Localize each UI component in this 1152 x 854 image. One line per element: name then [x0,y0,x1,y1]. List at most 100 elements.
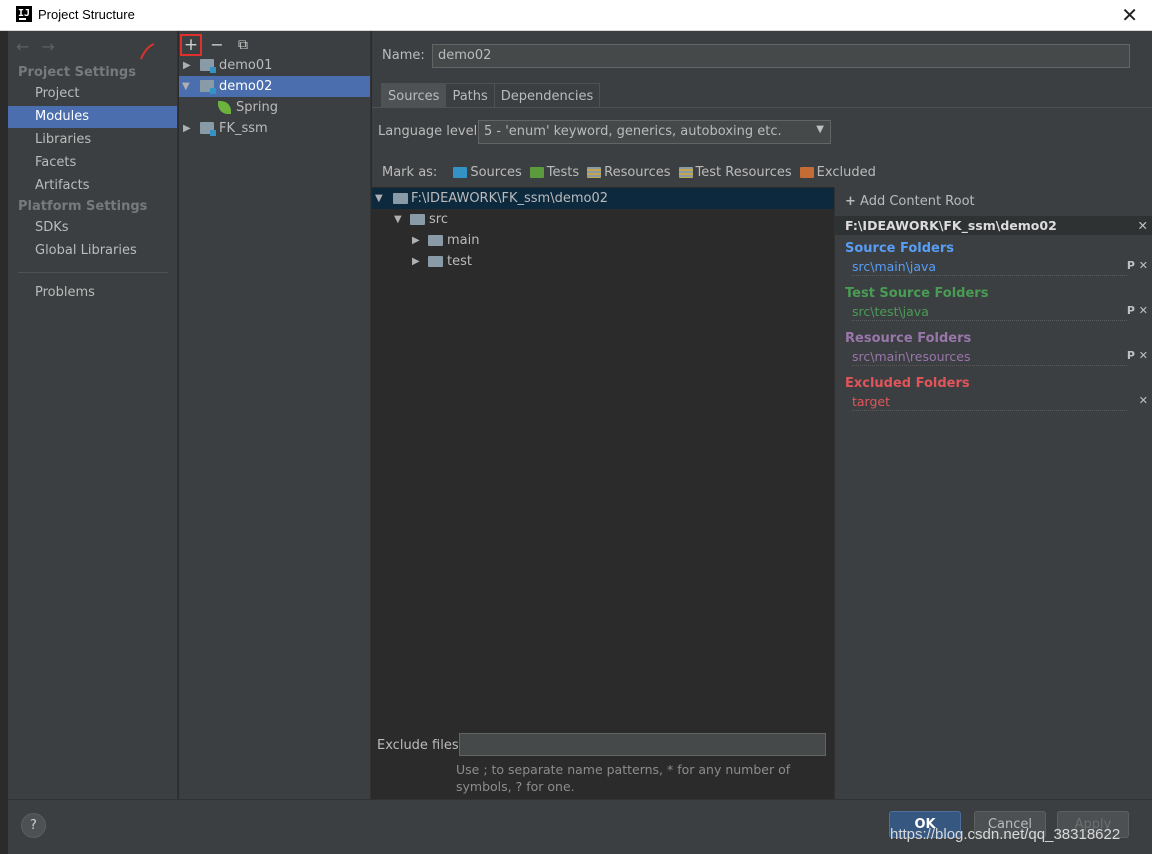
expand-arrow-icon[interactable]: ▶ [183,55,191,76]
expand-arrow-icon[interactable]: ▶ [183,118,191,139]
test-resources-folder-icon [678,167,693,178]
collapse-arrow-icon[interactable]: ▼ [394,209,402,230]
sidebar-item-global-libraries[interactable]: Global Libraries [8,240,177,262]
resource-folder-actions: P ✕ [1127,349,1148,362]
mark-sources-label: Sources [470,165,522,180]
expand-arrow-icon[interactable]: ▶ [412,230,420,251]
module-label: demo02 [219,79,273,94]
content-root-header: F:\IDEAWORK\FK_ssm\demo02 ✕ [835,216,1152,235]
remove-folder-icon[interactable]: ✕ [1139,259,1148,272]
sidebar-item-project[interactable]: Project [8,83,177,105]
dropdown-arrow-icon: ▼ [816,124,824,135]
expand-arrow-icon[interactable]: ▶ [412,251,420,272]
mark-as-label: Mark as: [382,165,438,180]
spring-leaf-icon [218,101,231,114]
settings-sidebar: ←→ Project Settings Project Modules Libr… [8,31,178,799]
exclude-files-input[interactable] [459,733,826,756]
exclude-files-hint: Use ; to separate name patterns, * for a… [456,762,791,794]
properties-icon[interactable]: P [1127,304,1135,317]
mark-resources-button[interactable]: Resources [587,165,671,180]
folder-icon [393,193,408,204]
module-name-input[interactable]: demo02 [432,44,1130,68]
source-folder-path: src\main\java [852,259,1127,276]
folder-icon [428,256,443,267]
excluded-folders-title: Excluded Folders [845,376,970,391]
module-tabs: Sources Paths Dependencies [381,83,601,108]
properties-icon[interactable]: P [1127,259,1135,272]
red-annotation-stroke [140,43,155,60]
sidebar-item-artifacts[interactable]: Artifacts [8,175,177,197]
folder-icon [428,235,443,246]
folder-label: src [429,212,448,227]
name-label: Name: [382,48,425,63]
module-row-demo02[interactable]: ▼ demo02 [179,76,370,97]
add-content-root-button[interactable]: + Add Content Root [845,194,975,209]
excluded-folder-icon [799,167,814,178]
source-folders-title: Source Folders [845,241,955,256]
test-folder-actions: P ✕ [1127,304,1148,317]
tab-dependencies[interactable]: Dependencies [493,83,601,108]
mark-excluded-button[interactable]: Excluded [799,165,876,180]
excluded-folder-actions: ✕ [1139,394,1148,407]
mark-resources-label: Resources [604,165,671,180]
excluded-folder-path: target [852,394,1127,411]
close-window-button[interactable]: ✕ [1121,3,1138,27]
folder-icon [410,214,425,225]
folder-row-main[interactable]: ▶ main [372,230,834,251]
back-arrow-icon[interactable]: ← [16,37,41,56]
language-level-label: Language level: [378,124,482,139]
remove-module-button[interactable]: − [206,34,228,56]
mark-tests-button[interactable]: Tests [529,165,579,180]
tab-paths[interactable]: Paths [445,83,495,108]
module-label: demo01 [219,58,273,73]
content-root-label: F:\IDEAWORK\FK_ssm\demo02 [411,191,608,206]
mark-test-resources-label: Test Resources [695,165,792,180]
module-row-fk-ssm[interactable]: ▶ FK_ssm [179,118,370,139]
left-edge [0,31,8,854]
remove-folder-icon[interactable]: ✕ [1139,394,1148,407]
mark-sources-button[interactable]: Sources [453,165,522,180]
test-source-folders-title: Test Source Folders [845,286,989,301]
sidebar-item-facets[interactable]: Facets [8,152,177,174]
back-forward-arrows[interactable]: ←→ [16,37,67,56]
forward-arrow-icon[interactable]: → [41,37,66,56]
module-row-demo01[interactable]: ▶ demo01 [179,55,370,76]
facet-label: Spring [236,100,278,115]
exclude-files-label: Exclude files: [377,738,464,753]
sidebar-item-sdks[interactable]: SDKs [8,217,177,239]
tab-sources[interactable]: Sources [381,83,447,108]
sidebar-item-problems[interactable]: Problems [8,282,177,304]
help-button[interactable]: ? [21,813,46,838]
sidebar-item-libraries[interactable]: Libraries [8,129,177,151]
facet-row-spring[interactable]: Spring [179,97,370,118]
remove-folder-icon[interactable]: ✕ [1139,304,1148,317]
resource-folder-path: src\main\resources [852,349,1127,366]
platform-settings-title: Platform Settings [18,199,148,214]
content-root-row[interactable]: ▼ F:\IDEAWORK\FK_ssm\demo02 [372,188,834,209]
module-icon [200,122,216,136]
sources-folder-icon [453,167,468,178]
remove-folder-icon[interactable]: ✕ [1139,349,1148,362]
window-title: Project Structure [38,7,135,22]
plus-icon: + [845,194,856,209]
properties-icon[interactable]: P [1127,349,1135,362]
folder-label: main [447,233,480,248]
collapse-arrow-icon[interactable]: ▼ [182,76,190,97]
mark-test-resources-button[interactable]: Test Resources [678,165,792,180]
copy-module-button[interactable]: ⧉ [232,34,254,56]
title-bar: IJ Project Structure ✕ [0,0,1152,31]
folder-label: test [447,254,472,269]
folder-row-test[interactable]: ▶ test [372,251,834,272]
language-level-select[interactable]: 5 - 'enum' keyword, generics, autoboxing… [478,120,831,144]
source-folder-actions: P ✕ [1127,259,1148,272]
sidebar-item-modules[interactable]: Modules [8,106,177,128]
collapse-arrow-icon[interactable]: ▼ [375,188,383,209]
csdn-watermark: https://blog.csdn.net/qq_38318622 [890,826,1121,843]
folder-row-src[interactable]: ▼ src [372,209,834,230]
project-settings-title: Project Settings [18,65,136,80]
intellij-logo-icon: IJ [16,6,32,22]
tests-folder-icon [529,167,544,178]
language-level-value: 5 - 'enum' keyword, generics, autoboxing… [484,124,782,139]
remove-content-root-icon[interactable]: ✕ [1138,216,1148,235]
add-module-button[interactable]: + [180,34,202,56]
